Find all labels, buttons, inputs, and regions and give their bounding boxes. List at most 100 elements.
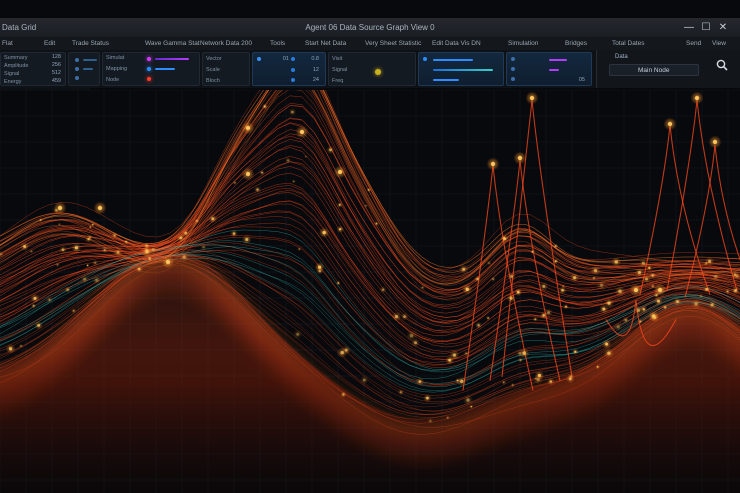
- block-label: Signal: [332, 67, 348, 73]
- wave-visualization: [0, 90, 740, 493]
- menu-item-trade-status[interactable]: Trade Status: [72, 37, 109, 50]
- node-halo: [113, 247, 123, 257]
- node-halo: [552, 243, 559, 249]
- node-halo: [650, 283, 656, 289]
- menu-item-start-net[interactable]: Start Net Data: [305, 37, 346, 50]
- node-led: [291, 57, 295, 61]
- node-halo: [318, 227, 330, 238]
- alert-led: [375, 69, 381, 75]
- node-halo: [146, 255, 153, 261]
- node-halo: [611, 256, 622, 267]
- menu-item-total-dates[interactable]: Total Dates: [612, 37, 645, 50]
- block-label: Vector: [206, 56, 222, 62]
- node-halo: [111, 231, 119, 239]
- node-halo: [18, 343, 24, 349]
- block-label: Node: [106, 77, 120, 83]
- node-halo: [703, 261, 709, 267]
- menu-item-view[interactable]: View: [712, 37, 726, 50]
- block-value: 01: [282, 56, 289, 62]
- layer-led: [511, 67, 515, 71]
- menu-item-flat[interactable]: Flat: [2, 37, 13, 50]
- stat-label: Energy: [4, 79, 22, 85]
- node-halo: [291, 179, 296, 184]
- node-halo: [366, 187, 371, 193]
- node-halo: [373, 221, 380, 227]
- node-halo: [336, 280, 341, 286]
- close-button[interactable]: ✕: [714, 18, 732, 37]
- node-halo: [710, 271, 722, 283]
- node-halo: [71, 242, 82, 253]
- node-halo: [569, 272, 580, 283]
- node-halo: [379, 286, 387, 294]
- node-halo: [458, 264, 469, 275]
- search-label: Data: [615, 54, 628, 60]
- node-halo: [730, 270, 740, 279]
- node-halo: [288, 108, 297, 116]
- active-led: [147, 57, 151, 61]
- node-halo: [179, 252, 190, 262]
- node-halo: [415, 377, 425, 386]
- node-halo: [427, 418, 434, 424]
- node-halo: [552, 258, 559, 265]
- menu-item-bridges[interactable]: Bridges: [565, 37, 587, 50]
- status-led: [75, 67, 79, 71]
- node-halo: [230, 229, 238, 238]
- app-window: Data Grid Agent 06 Data Source Graph Vie…: [0, 0, 740, 493]
- menu-item-simulation[interactable]: Simulation: [508, 37, 538, 50]
- node-halo: [91, 259, 99, 267]
- node-halo: [46, 296, 53, 304]
- node-halo: [595, 364, 601, 370]
- stat-label: Amplitude: [4, 63, 29, 69]
- node-halo: [515, 349, 524, 358]
- node-halo: [304, 154, 308, 159]
- node-halo: [690, 298, 702, 310]
- block-label: Bloch: [206, 78, 220, 84]
- node-halo: [673, 297, 682, 306]
- menu-item-network-data[interactable]: Network Data 200: [200, 37, 252, 50]
- node-halo: [506, 293, 516, 303]
- node-halo: [445, 355, 455, 365]
- block-value: 0.8: [311, 56, 319, 62]
- node-halo: [474, 321, 483, 330]
- node-led: [291, 68, 295, 72]
- block-value: 24: [312, 77, 319, 83]
- menu-item-send[interactable]: Send: [686, 37, 701, 50]
- node-halo: [400, 312, 409, 321]
- node-halo: [462, 350, 470, 357]
- node-halo: [510, 382, 516, 388]
- menu-item-tools[interactable]: Tools: [270, 37, 285, 50]
- node-halo: [642, 274, 651, 284]
- block-label: Mapping: [106, 66, 128, 72]
- menu-item-wave-gamma[interactable]: Wave Gamma Stat: [145, 37, 200, 50]
- stat-label: Summary: [4, 55, 28, 61]
- menu-item-sheet-statistic[interactable]: Very Sheet Statistic: [365, 37, 421, 50]
- node-halo: [462, 394, 474, 406]
- node-halo: [314, 262, 325, 273]
- node-halo: [52, 206, 61, 215]
- node-halo: [34, 321, 44, 330]
- node-halo: [599, 304, 609, 314]
- node-halo: [563, 303, 569, 310]
- node-halo: [64, 286, 71, 293]
- maximize-button[interactable]: ☐: [697, 18, 715, 37]
- node-halo: [525, 91, 539, 105]
- minimize-button[interactable]: —: [680, 18, 698, 37]
- node-halo: [420, 285, 426, 291]
- indicator-panel: [68, 52, 100, 86]
- node-halo: [629, 283, 643, 297]
- node-halo: [539, 311, 548, 320]
- node-halo: [297, 247, 302, 252]
- layer-led: [511, 57, 515, 61]
- menu-item-edit-data-vis[interactable]: Edit Data Vis DN: [432, 37, 481, 50]
- level-bar: [433, 69, 493, 71]
- node-halo: [445, 415, 451, 421]
- signal-panel: [418, 52, 504, 86]
- node-halo: [648, 310, 659, 322]
- node-halo: [565, 374, 575, 384]
- node-halo: [602, 339, 612, 349]
- menu-item-edit[interactable]: Edit: [44, 37, 55, 50]
- node-halo: [539, 282, 549, 291]
- node-halo: [397, 388, 405, 396]
- search-input[interactable]: Main Node: [609, 64, 699, 76]
- search-icon[interactable]: [715, 58, 729, 72]
